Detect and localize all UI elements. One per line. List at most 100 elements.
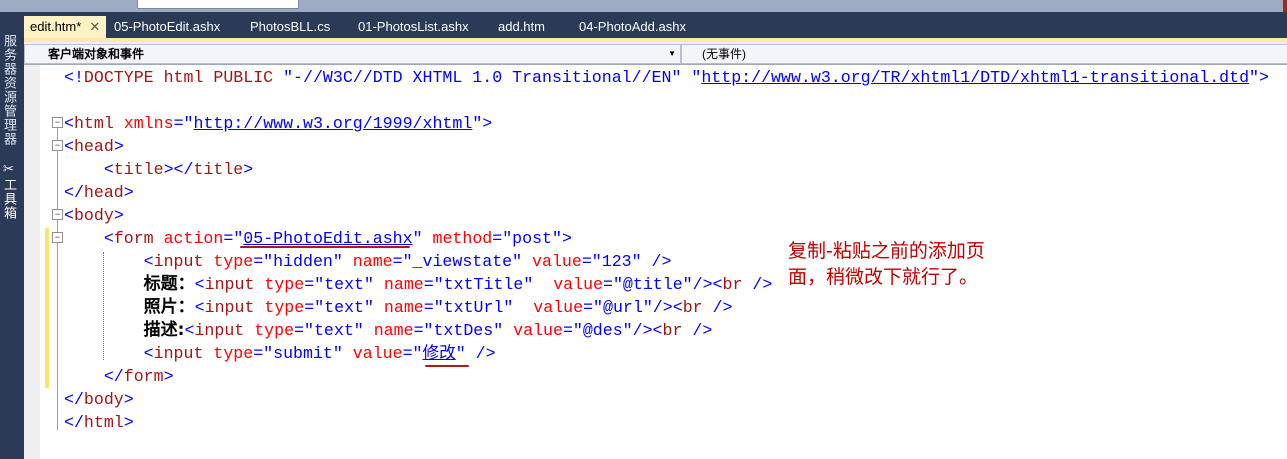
tab-edit-htm[interactable]: edit.htm* ✕ <box>24 16 107 38</box>
code-token: 照片： <box>143 297 195 317</box>
code-link[interactable]: http://www.w3.org/1999/xhtml <box>193 114 472 133</box>
collapse-icon[interactable]: − <box>52 117 63 128</box>
event-dropdown[interactable]: (无事件) <box>681 44 1287 64</box>
code-line: <!DOCTYPE html PUBLIC "-//W3C//DTD XHTML… <box>64 66 1269 89</box>
code-token: title <box>193 160 244 179</box>
code-token: ="text" <box>304 298 374 317</box>
code-token: < <box>64 137 74 156</box>
code-token: > <box>113 206 124 225</box>
document-tabs: edit.htm* ✕ 05-PhotoEdit.ashx PhotosBLL.c… <box>0 12 1287 38</box>
code-token: body <box>73 206 114 225</box>
tab-01-photoslist[interactable]: 01-PhotosList.ashx <box>352 16 475 38</box>
code-token: name <box>342 252 393 271</box>
code-token: ="post"> <box>492 229 572 248</box>
code-token: name <box>373 275 424 294</box>
code-token: input <box>194 321 245 340</box>
code-token: value <box>522 252 582 271</box>
code-token: ="txtUrl" <box>423 298 514 317</box>
code-token: < <box>184 321 195 340</box>
code-token: > <box>123 390 134 409</box>
code-token: </ <box>64 390 84 409</box>
code-token: < <box>64 114 74 133</box>
code-line: </html> <box>64 411 134 434</box>
code-token: type <box>203 252 254 271</box>
code-token: value <box>342 344 403 363</box>
tab-label: 04-PhotoAdd.ashx <box>579 19 686 34</box>
code-token: 标题： <box>143 274 195 294</box>
code-token: =" <box>173 114 194 133</box>
code-token: title <box>113 160 164 179</box>
code-token: ="text" <box>304 275 374 294</box>
code-link[interactable]: http://www.w3.org/TR/xhtml1/DTD/xhtml1-t… <box>701 68 1249 87</box>
tab-label: add.htm <box>498 19 545 34</box>
code-token: " <box>412 229 423 248</box>
code-line: <input type="submit" value="修改" /> <box>64 342 496 365</box>
toolbar <box>0 0 1287 12</box>
code-line: <html xmlns="http://www.w3.org/1999/xhtm… <box>64 112 492 135</box>
code-line: </form> <box>64 365 174 388</box>
object-dropdown-value: 客户端对象和事件 <box>48 47 145 61</box>
code-token: "-//W3C//DTD XHTML 1.0 Transitional//EN" <box>283 68 682 87</box>
close-icon[interactable]: ✕ <box>89 19 100 34</box>
tab-photosbll[interactable]: PhotosBLL.cs <box>244 16 336 38</box>
code-line: 标题：<input type="text" name="txtTitle" va… <box>64 273 773 296</box>
code-token: </ <box>64 413 84 432</box>
tab-label: 05-PhotoEdit.ashx <box>114 19 221 34</box>
code-line: <input type="hidden" name="_viewstate" v… <box>64 250 672 273</box>
toolbox-tab[interactable]: ✂工具箱 <box>2 162 19 220</box>
code-token: < <box>64 252 154 271</box>
code-token: DOCTYPE html PUBLIC <box>83 68 274 87</box>
code-token: < <box>64 206 74 225</box>
code-token: ="txtDes" <box>413 321 504 340</box>
code-token: name <box>373 298 424 317</box>
code-line: </head> <box>64 181 134 204</box>
tab-04-photoadd[interactable]: 04-PhotoAdd.ashx <box>573 16 692 38</box>
toolbar-combo[interactable] <box>137 0 299 9</box>
code-token: /> <box>742 275 773 294</box>
code-link[interactable]: 修改 <box>423 344 456 363</box>
code-line: 描述:<input type="text" name="txtDes" valu… <box>64 319 713 342</box>
code-token: </ <box>64 183 84 202</box>
toolbox-label: 工具箱 <box>2 178 17 220</box>
code-token: /> <box>702 298 733 317</box>
code-token: > <box>113 137 124 156</box>
code-token: ></ <box>163 160 194 179</box>
tab-label: PhotosBLL.cs <box>250 19 331 34</box>
chevron-down-icon: ▼ <box>668 49 676 58</box>
code-token: </ <box>64 367 124 386</box>
tab-label: 01-PhotosList.ashx <box>358 19 469 34</box>
gutter <box>24 65 40 459</box>
collapse-icon[interactable]: − <box>52 232 63 243</box>
tab-05-photoedit[interactable]: 05-PhotoEdit.ashx <box>108 16 226 38</box>
annotation-line-2: 面，稍微改下就行了。 <box>788 266 979 288</box>
code-token: body <box>83 390 124 409</box>
code-token: br <box>722 275 743 294</box>
collapse-icon[interactable]: − <box>52 209 63 220</box>
server-explorer-tab[interactable]: 服务器资源管理器 <box>2 34 19 146</box>
code-token: input <box>204 275 255 294</box>
navigation-bar: 客户端对象和事件 ▼ (无事件) <box>24 42 1287 65</box>
code-token: " <box>681 68 702 87</box>
code-token: type <box>254 275 305 294</box>
code-token: form <box>113 229 154 248</box>
code-line: <title></title> <box>64 158 253 181</box>
code-token: ="@title"/>< <box>603 275 723 294</box>
code-token: > <box>243 160 254 179</box>
code-token: value <box>533 275 604 294</box>
code-token: < <box>64 344 154 363</box>
code-token: ="text" <box>294 321 364 340</box>
code-token: " /> <box>455 344 496 363</box>
object-dropdown[interactable]: 客户端对象和事件 ▼ <box>24 44 681 64</box>
toolbox-icon: ✂ <box>2 162 17 178</box>
tab-add-htm[interactable]: add.htm <box>492 16 551 38</box>
collapse-icon[interactable]: − <box>52 140 63 151</box>
code-token: "> <box>472 114 493 133</box>
code-token: < <box>194 298 205 317</box>
annotation-line-1: 复制-粘贴之前的添加页 <box>788 240 985 262</box>
code-token: input <box>153 252 204 271</box>
code-token: xmlns <box>113 114 174 133</box>
code-token: form <box>123 367 164 386</box>
